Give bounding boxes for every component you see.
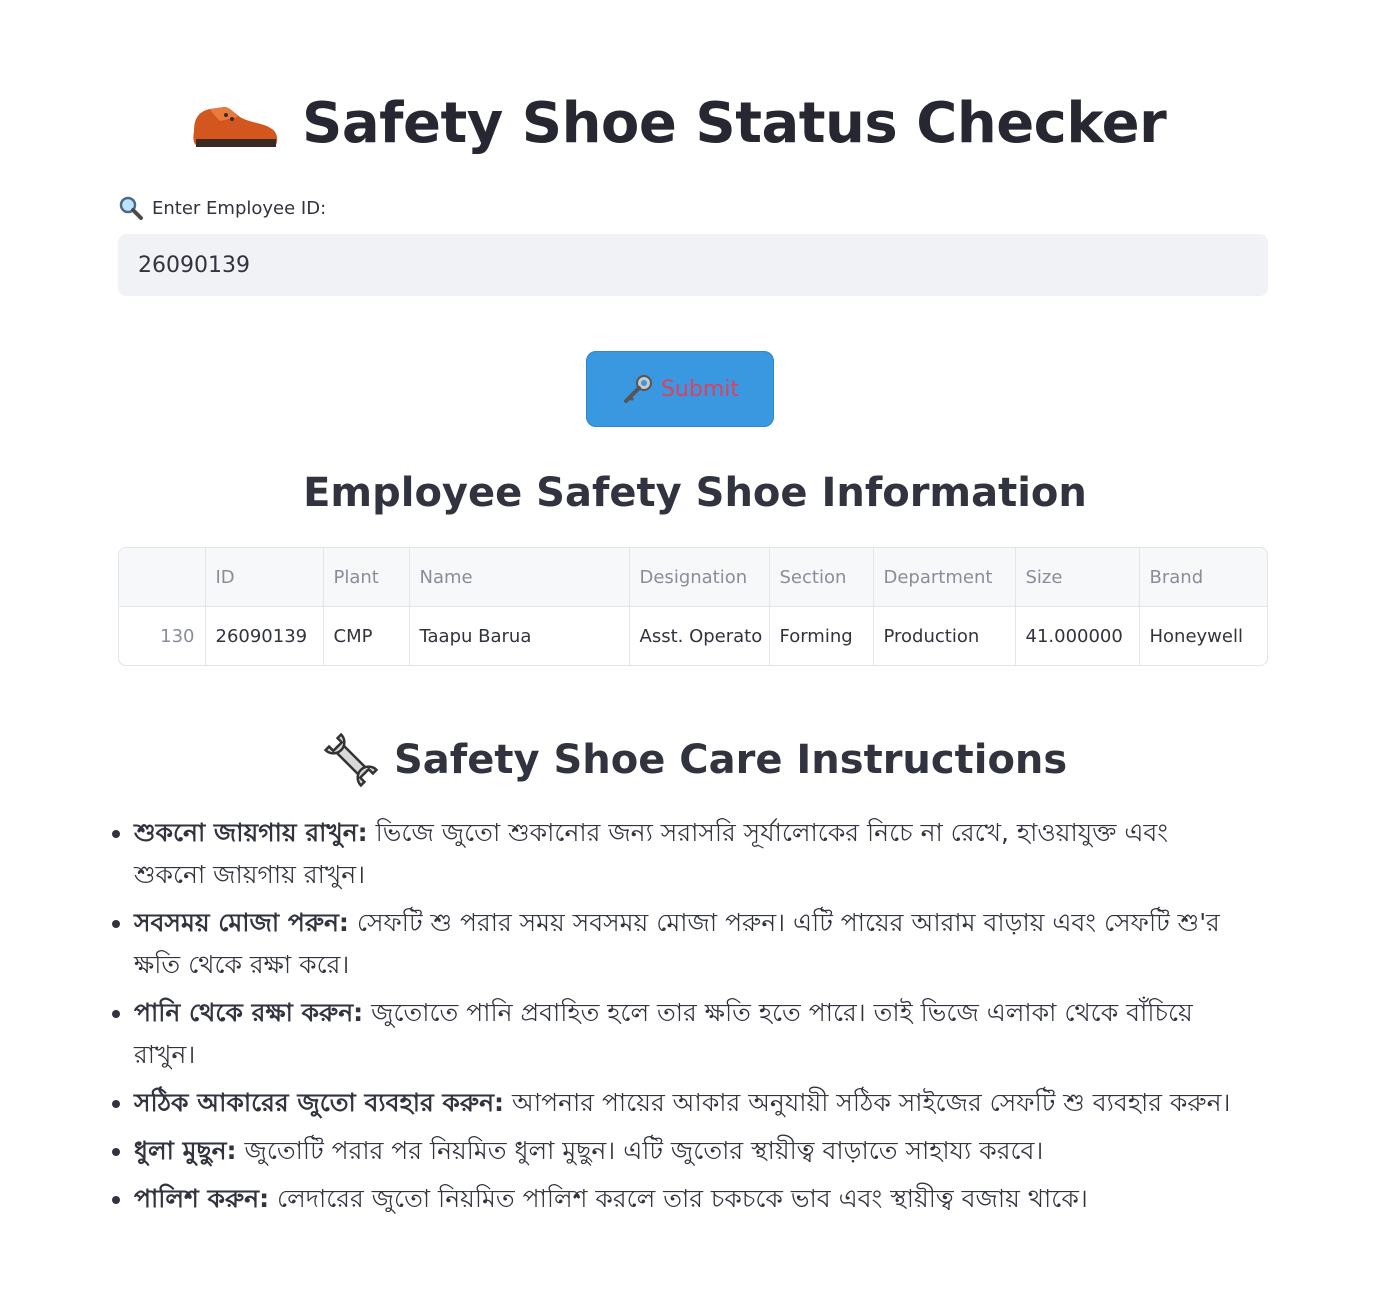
instruction-heading: সঠিক আকারের জুতো ব্যবহার করুন:	[134, 1088, 505, 1117]
list-item: সবসময় মোজা পরুন: সেফটি শু পরার সময় সবস…	[134, 902, 1244, 986]
list-item: শুকনো জায়গায় রাখুন: ভিজে জুতো শুকানোর …	[134, 812, 1244, 896]
instruction-heading: পালিশ করুন:	[134, 1184, 270, 1213]
submit-button-label: Submit	[660, 376, 740, 402]
cell-id[interactable]: 26090139	[205, 606, 324, 665]
key-icon	[623, 375, 652, 403]
column-header-size[interactable]: Size	[1015, 548, 1140, 607]
column-header-plant[interactable]: Plant	[323, 548, 410, 607]
cell-plant[interactable]: CMP	[323, 606, 410, 665]
employee-id-input[interactable]	[118, 234, 1268, 296]
care-section-title: Safety Shoe Care Instructions	[394, 737, 1068, 783]
shoe-icon	[193, 107, 278, 147]
list-item: সঠিক আকারের জুতো ব্যবহার করুন: আপনার পায…	[134, 1082, 1244, 1124]
list-item: পানি থেকে রক্ষা করুন: জুতোতে পানি প্রবাহ…	[134, 992, 1244, 1076]
instruction-heading: শুকনো জায়গায় রাখুন:	[134, 818, 368, 847]
instruction-heading: ধুলা মুছুন:	[134, 1136, 237, 1165]
column-header-designation[interactable]: Designation	[629, 548, 770, 607]
magnifier-icon	[119, 196, 143, 220]
list-item: পালিশ করুন: লেদারের জুতো নিয়মিত পালিশ ক…	[134, 1178, 1244, 1220]
column-header-department[interactable]: Department	[873, 548, 1016, 607]
table-row: 130 26090139 CMP Taapu Barua Asst. Opera…	[119, 606, 1267, 666]
instruction-heading: পানি থেকে রক্ষা করুন:	[134, 998, 364, 1027]
cell-brand[interactable]: Honeywell	[1139, 607, 1267, 666]
cell-department[interactable]: Production	[873, 606, 1016, 665]
submit-button[interactable]: Submit	[586, 351, 774, 427]
page-header: Safety Shoe Status Checker	[190, 78, 1170, 168]
column-header-section[interactable]: Section	[769, 548, 874, 607]
column-header-id[interactable]: ID	[205, 548, 324, 607]
employee-info-table: ID Plant Name Designation Section Depart…	[118, 547, 1268, 666]
care-instructions-list: শুকনো জায়গায় রাখুন: ভিজে জুতো শুকানোর …	[90, 812, 1244, 1226]
list-item: ধুলা মুছুন: জুতোটি পরার পর নিয়মিত ধুলা …	[134, 1130, 1244, 1172]
cell-designation[interactable]: Asst. Operato	[629, 606, 770, 665]
employee-id-label-text: Enter Employee ID:	[152, 197, 327, 219]
info-section-title: Employee Safety Shoe Information	[303, 470, 1087, 516]
instruction-heading: সবসময় মোজা পরুন:	[134, 908, 349, 937]
column-header-brand[interactable]: Brand	[1139, 548, 1267, 607]
employee-id-label: Enter Employee ID:	[118, 194, 326, 222]
row-index: 130	[119, 606, 206, 665]
column-header-name[interactable]: Name	[409, 548, 630, 607]
wrench-icon	[323, 732, 379, 788]
cell-size[interactable]: 41.000000	[1015, 606, 1140, 665]
column-header-index[interactable]	[119, 548, 206, 607]
instruction-text: লেদারের জুতো নিয়মিত পালিশ করলে তার চকচক…	[269, 1184, 1088, 1213]
table-header-row: ID Plant Name Designation Section Depart…	[119, 548, 1267, 607]
instruction-text: জুতোটি পরার পর নিয়মিত ধুলা মুছুন। এটি জ…	[236, 1136, 1044, 1165]
cell-section[interactable]: Forming	[769, 606, 874, 665]
cell-name[interactable]: Taapu Barua	[409, 606, 630, 665]
page-title: Safety Shoe Status Checker	[302, 90, 1167, 156]
care-section-header: Safety Shoe Care Instructions	[320, 728, 1067, 792]
instruction-text: আপনার পায়ের আকার অনুযায়ী সঠিক সাইজের স…	[504, 1088, 1231, 1117]
